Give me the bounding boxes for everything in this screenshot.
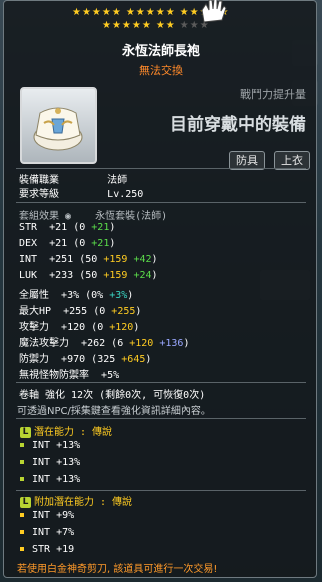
- cursor-hand-icon: [201, 0, 227, 23]
- combat-power-label: 戰鬥力提升量: [240, 88, 306, 101]
- star-group: ★★★★★: [125, 7, 176, 18]
- stat-str: STR +21 (0 +21): [19, 222, 116, 233]
- stat-magic-attack: 魔法攻擊力 +262 (6 +120 +136): [19, 338, 190, 349]
- stat-maxhp: 最大HP +255 (0 +255): [19, 306, 142, 317]
- stat-ignore-def: 無視怪物防禦率 +5%: [19, 370, 120, 381]
- potential-line: INT +13%: [20, 440, 80, 451]
- npc-hint: 可透過NPC/採集鍵查看強化資訊詳細內容。: [17, 406, 211, 417]
- level-requirement: 要求等級 Lv.250: [19, 189, 144, 200]
- star-group: ★★: [155, 20, 176, 31]
- stat-all: 全屬性 +3% (0% +3%): [19, 290, 134, 301]
- potential-line: INT +13%: [20, 474, 80, 485]
- stat-int: INT +251 (50 +159 +42): [19, 254, 158, 265]
- divider: [16, 490, 306, 491]
- star-group: ★★★★★: [72, 7, 122, 18]
- bonus-potential-line: INT +9%: [20, 510, 74, 521]
- robe-icon: [33, 107, 83, 151]
- equipped-status: 目前穿戴中的裝備: [170, 115, 306, 135]
- job-requirement: 裝備職業 法師: [19, 175, 128, 186]
- bonus-potential-header: L 附加潛在能力 : 傳說: [20, 493, 132, 508]
- divider: [16, 168, 306, 169]
- upgrade-info: 卷軸 強化 12次 (剩餘0次, 可恢復0次): [19, 390, 206, 401]
- star-group: ★★★★★: [102, 20, 152, 31]
- untradeable-label: 無法交換: [139, 64, 183, 77]
- star-row-2: ★★★★★ ★★ ★★★: [72, 19, 262, 32]
- star-force-display: ★★★★★★★★★★★★★★★ ★★★★★★★★★★: [72, 6, 262, 36]
- scissors-hint: 若使用白金神奇剪刀, 該道具可進行一次交易!: [17, 564, 218, 575]
- stat-luk: LUK +233 (50 +159 +24): [19, 270, 158, 281]
- divider: [16, 382, 306, 383]
- eye-icon: ◉: [65, 211, 72, 222]
- potential-grade-icon: L: [20, 426, 31, 438]
- divider: [16, 418, 306, 419]
- item-icon-frame: [20, 87, 97, 164]
- star-row-1: ★★★★★★★★★★★★★★★: [72, 6, 262, 19]
- potential-line: INT +13%: [20, 457, 80, 468]
- stat-defense: 防禦力 +970 (325 +645): [19, 354, 152, 365]
- stat-dex: DEX +21 (0 +21): [19, 238, 116, 249]
- potential-header: L 潛在能力 : 傳說: [20, 423, 112, 438]
- bonus-potential-line: INT +7%: [20, 527, 74, 538]
- bonus-potential-line: STR +19: [20, 544, 74, 555]
- set-effect-header: 套組效果 ◉ 永恆套裝(法師): [19, 211, 168, 222]
- bonus-potential-grade-icon: L: [20, 496, 31, 508]
- divider: [16, 202, 306, 203]
- stat-attack: 攻擊力 +120 (0 +120): [19, 322, 140, 333]
- item-name: 永恆法師長袍: [121, 44, 200, 59]
